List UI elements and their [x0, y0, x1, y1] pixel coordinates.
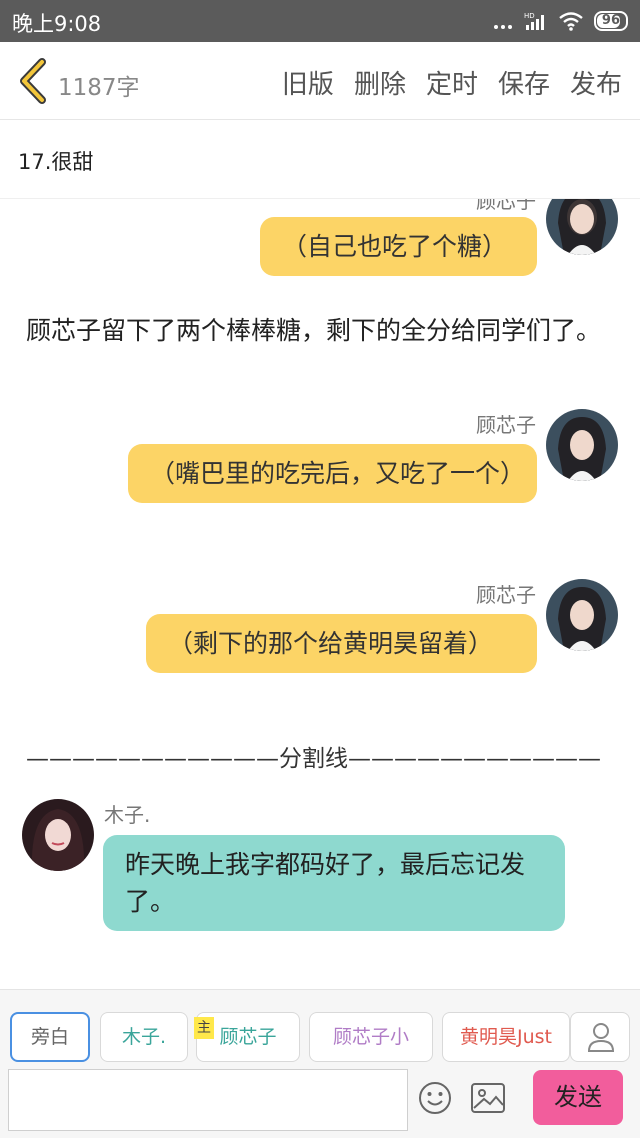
sender-name: 顾芯子 [476, 199, 536, 213]
publish-button[interactable]: 发布 [570, 64, 622, 101]
send-button[interactable]: 发送 [533, 1070, 623, 1125]
main-role-badge: 主 [194, 1017, 214, 1039]
status-bar: 晚上9:08 HD 96 [0, 0, 640, 42]
message-bubble[interactable]: （自己也吃了个糖） [260, 217, 537, 276]
chat-area[interactable]: 顾芯子 （自己也吃了个糖） 顾芯子留下了两个棒棒糖，剩下的全分给同学们了。 顾芯… [0, 199, 640, 989]
image-icon[interactable] [470, 1081, 506, 1115]
message-input[interactable] [8, 1069, 408, 1131]
sender-name: 顾芯子 [476, 583, 536, 607]
composer-bar: 旁白 木子. 顾芯子 顾芯子小 黄明昊Just 主 发送 [0, 989, 640, 1138]
role-huangminghao-button[interactable]: 黄明昊Just [442, 1012, 570, 1062]
wifi-icon [559, 12, 583, 31]
toolbar-actions: 旧版 删除 定时 保存 发布 [282, 64, 622, 101]
section-divider[interactable]: ———————————分割线——————————— [26, 739, 601, 773]
role-muzi-button[interactable]: 木子. [100, 1012, 188, 1062]
emoji-icon[interactable] [417, 1080, 453, 1116]
avatar[interactable] [22, 799, 94, 871]
chapter-title: 17.很甜 [18, 150, 94, 174]
avatar[interactable] [546, 579, 618, 651]
avatar[interactable] [546, 409, 618, 481]
sender-name: 木子. [104, 803, 151, 827]
battery-icon: 96 [593, 11, 628, 31]
chapter-title-field[interactable]: 17.很甜 [0, 121, 640, 199]
role-narrator-button[interactable]: 旁白 [10, 1012, 90, 1062]
status-icons: HD 96 [493, 9, 628, 33]
role-guxinzixiao-button[interactable]: 顾芯子小 [309, 1012, 433, 1062]
avatar[interactable] [546, 199, 618, 255]
schedule-button[interactable]: 定时 [426, 64, 478, 101]
svg-text:HD: HD [524, 12, 535, 20]
message-bubble[interactable]: （剩下的那个给黄明昊留着） [146, 614, 537, 673]
sender-name: 顾芯子 [476, 413, 536, 437]
message-bubble[interactable]: （嘴巴里的吃完后，又吃了一个） [128, 444, 537, 503]
delete-button[interactable]: 删除 [354, 64, 406, 101]
editor-toolbar: 1187字 旧版 删除 定时 保存 发布 [0, 42, 640, 120]
old-version-button[interactable]: 旧版 [282, 64, 334, 101]
save-button[interactable]: 保存 [498, 64, 550, 101]
message-bubble[interactable]: 昨天晚上我字都码好了，最后忘记发了。 [103, 835, 565, 931]
word-count: 1187字 [58, 75, 140, 101]
user-icon[interactable] [570, 1012, 630, 1062]
chevron-left-icon[interactable] [16, 58, 50, 104]
role-selector: 旁白 木子. 顾芯子 顾芯子小 黄明昊Just [0, 1012, 640, 1064]
signal-dots-icon [493, 13, 512, 29]
battery-level: 96 [601, 13, 620, 28]
narration-text[interactable]: 顾芯子留下了两个棒棒糖，剩下的全分给同学们了。 [26, 315, 606, 347]
signal-icon: HD [524, 12, 544, 30]
status-time: 晚上9:08 [12, 12, 102, 36]
